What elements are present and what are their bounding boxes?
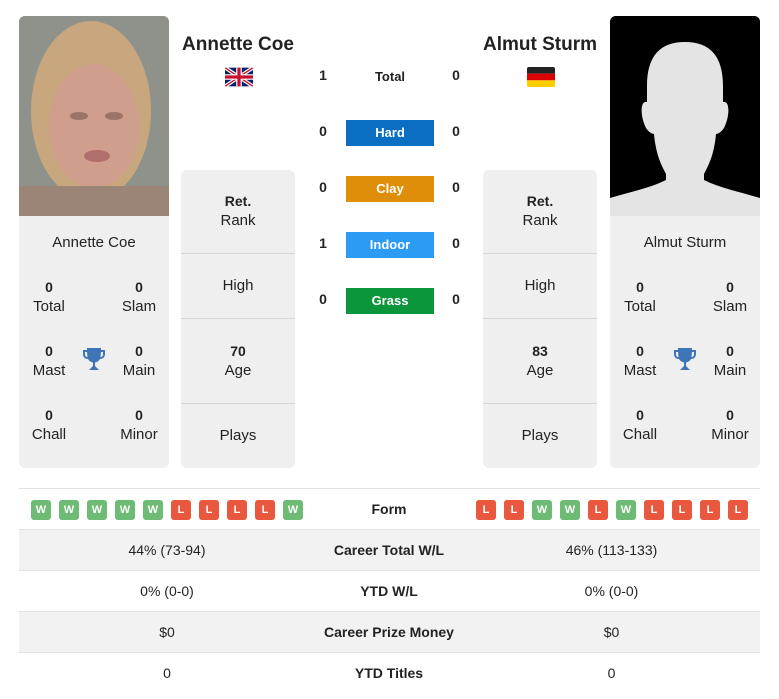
titles-main: 0 Main	[122, 343, 156, 379]
titles-total: 0 Total	[624, 279, 656, 315]
table-row: 0% (0-0) YTD W/L 0% (0-0)	[19, 570, 760, 611]
form-loss-badge[interactable]: L	[171, 500, 191, 520]
titles-minor: 0 Minor	[711, 407, 749, 443]
age-cell: 83 Age	[526, 343, 554, 379]
form-loss-badge[interactable]: L	[255, 500, 275, 520]
form-win-badge[interactable]: W	[87, 500, 107, 520]
plays-cell: Plays	[521, 427, 559, 444]
titles-chall: 0 Chall	[31, 407, 67, 443]
titles-total: 0 Total	[33, 279, 65, 315]
h2h-total-label: Total	[374, 69, 406, 84]
divider	[483, 318, 597, 319]
divider	[483, 403, 597, 404]
form-right: LLWWLWLLLL	[476, 500, 748, 520]
plays-cell: Plays	[219, 427, 257, 444]
row-left-value: 0% (0-0)	[140, 583, 194, 599]
row-label: Career Total W/L	[333, 542, 445, 558]
player-name-left[interactable]: Annette Coe	[158, 34, 318, 56]
player-card-left: Annette Coe 0 Total 0 Slam 0 Mast 0 Main…	[19, 216, 169, 468]
row-right-value: 0	[607, 665, 616, 681]
age-cell: 70 Age	[224, 343, 252, 379]
form-win-badge[interactable]: W	[115, 500, 135, 520]
titles-minor: 0 Minor	[120, 407, 158, 443]
row-right-value: 46% (113-133)	[565, 542, 658, 558]
h2h-clay-right: 0	[452, 179, 460, 195]
form-loss-badge[interactable]: L	[672, 500, 692, 520]
table-row: $0 Career Prize Money $0	[19, 611, 760, 652]
rank-cell: Ret. Rank	[522, 193, 558, 229]
h2h-clay-left: 0	[319, 179, 327, 195]
rank-card-right: Ret. Rank High 83 Age Plays	[483, 170, 597, 468]
form-loss-badge[interactable]: L	[476, 500, 496, 520]
player-card-right: Almut Sturm 0 Total 0 Slam 0 Mast 0 Main…	[610, 216, 760, 468]
h2h-indoor-left: 1	[319, 235, 327, 251]
titles-mast: 0 Mast	[32, 343, 66, 379]
player-photo-left	[19, 16, 169, 216]
h2h-total-left: 1	[319, 67, 327, 83]
form-row: WWWWWLLLLW Form LLWWLWLLLL	[19, 488, 760, 529]
titles-chall: 0 Chall	[622, 407, 658, 443]
surface-hard-badge[interactable]: Hard	[346, 120, 434, 146]
divider	[181, 318, 295, 319]
titles-slam: 0 Slam	[712, 279, 748, 315]
row-left-value: $0	[159, 624, 175, 640]
table-row: 44% (73-94) Career Total W/L 46% (113-13…	[19, 529, 760, 570]
h2h-hard-left: 0	[319, 123, 327, 139]
titles-mast: 0 Mast	[623, 343, 657, 379]
h2h-grass-left: 0	[319, 291, 327, 307]
form-win-badge[interactable]: W	[532, 500, 552, 520]
titles-slam: 0 Slam	[121, 279, 157, 315]
form-label: Form	[371, 501, 407, 517]
row-right-value: 0% (0-0)	[584, 583, 639, 599]
row-label: YTD W/L	[360, 583, 418, 599]
form-loss-badge[interactable]: L	[644, 500, 664, 520]
form-loss-badge[interactable]: L	[588, 500, 608, 520]
divider	[181, 253, 295, 254]
surface-indoor-badge[interactable]: Indoor	[346, 232, 434, 258]
surface-clay-badge[interactable]: Clay	[346, 176, 434, 202]
player-card-name: Annette Coe	[52, 234, 136, 251]
divider	[181, 403, 295, 404]
form-loss-badge[interactable]: L	[227, 500, 247, 520]
player-photo-image	[19, 16, 169, 216]
form-loss-badge[interactable]: L	[728, 500, 748, 520]
form-win-badge[interactable]: W	[31, 500, 51, 520]
form-win-badge[interactable]: W	[143, 500, 163, 520]
trophy-icon	[83, 348, 105, 370]
form-win-badge[interactable]: W	[59, 500, 79, 520]
h2h-total-right: 0	[452, 67, 460, 83]
h2h-indoor-right: 0	[452, 235, 460, 251]
row-label: YTD Titles	[354, 665, 424, 681]
form-win-badge[interactable]: W	[616, 500, 636, 520]
table-row: 0 YTD Titles 0	[19, 652, 760, 693]
player-name-right[interactable]: Almut Sturm	[460, 34, 620, 56]
form-left: WWWWWLLLLW	[31, 500, 303, 520]
player-photo-right	[610, 16, 760, 216]
surface-grass-badge[interactable]: Grass	[346, 288, 434, 314]
form-loss-badge[interactable]: L	[199, 500, 219, 520]
high-cell: High	[524, 277, 556, 294]
row-right-value: $0	[603, 624, 620, 640]
row-left-value: 0	[163, 665, 171, 681]
form-loss-badge[interactable]: L	[700, 500, 720, 520]
form-win-badge[interactable]: W	[560, 500, 580, 520]
de-flag-icon	[527, 67, 555, 87]
rank-cell: Ret. Rank	[220, 193, 256, 229]
form-loss-badge[interactable]: L	[504, 500, 524, 520]
row-label: Career Prize Money	[324, 624, 454, 640]
silhouette-icon	[610, 16, 760, 216]
gb-flag-icon	[225, 67, 253, 87]
h2h-grass-right: 0	[452, 291, 460, 307]
row-left-value: 44% (73-94)	[128, 542, 206, 558]
rank-card-left: Ret. Rank High 70 Age Plays	[181, 170, 295, 468]
high-cell: High	[222, 277, 254, 294]
titles-main: 0 Main	[713, 343, 747, 379]
divider	[483, 253, 597, 254]
h2h-hard-right: 0	[452, 123, 460, 139]
form-win-badge[interactable]: W	[283, 500, 303, 520]
trophy-icon	[674, 348, 696, 370]
player-card-name: Almut Sturm	[643, 234, 727, 251]
